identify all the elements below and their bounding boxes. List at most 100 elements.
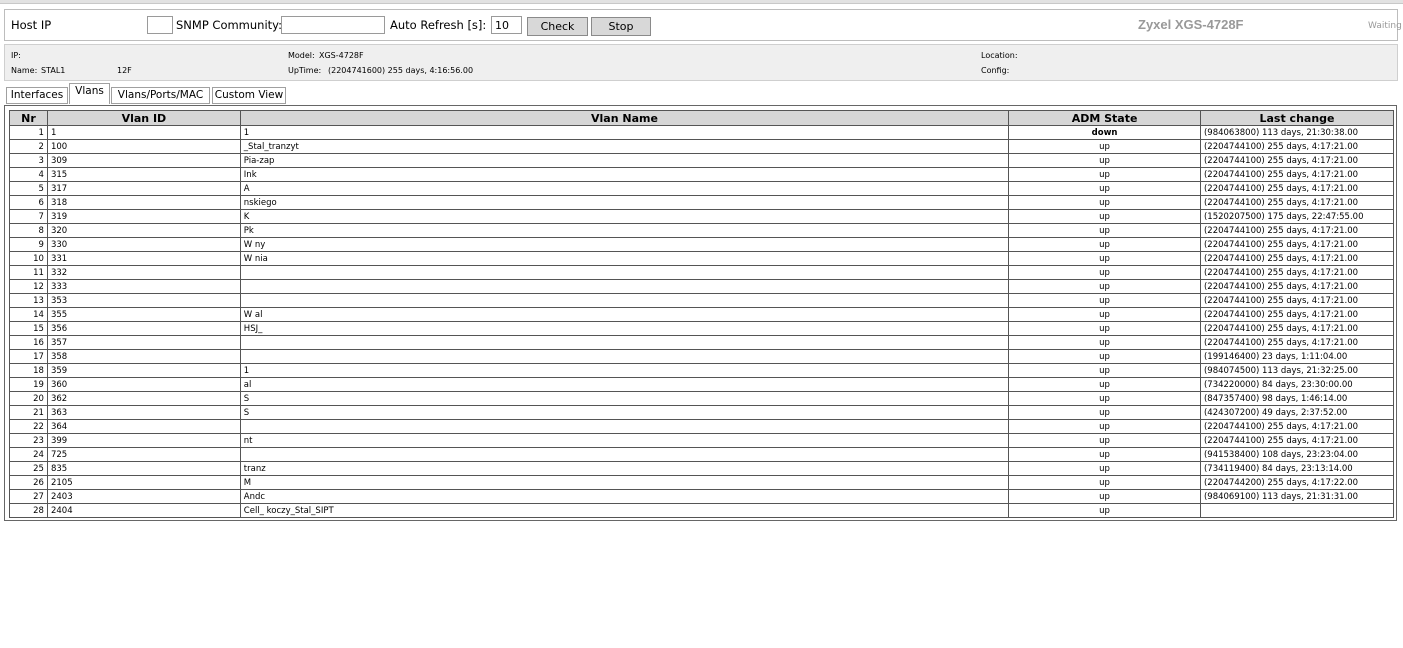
table-row[interactable]: 27 2403 Andc up (984069100) 113 days, 21:31:… <box>9 489 1395 504</box>
cell-vlan-id: 356 <box>46 321 241 336</box>
cell-nr: 8 <box>9 223 48 238</box>
table-row[interactable]: 25 835 tranz up (734119400) 84 days, 23:13:1… <box>9 461 1395 476</box>
table-row[interactable]: 26 2105 Mup (2204744200) 255 days, 4:17:22.… <box>9 475 1395 490</box>
tab-interfaces[interactable]: Interfaces <box>6 87 68 104</box>
cell-vlan-id: 2403 <box>46 489 241 504</box>
table-row[interactable]: 9 330 W ny up (2204744100) 255 days, 4:17:21… <box>9 237 1395 252</box>
table-row[interactable]: 12 333 up (2204744100) 255 days, 4:17:21.00 <box>9 279 1395 294</box>
table-row[interactable]: 11 332 up (2204744100) 255 days, 4:17:21.00 <box>9 265 1395 280</box>
cell-vlan-name: Pk <box>239 223 1010 238</box>
table-row[interactable]: 7 319 Kup (1520207500) 175 days, 22:47:55.0… <box>9 209 1395 224</box>
table-row[interactable]: 6 318 nskiego up (2204744100) 255 days, 4:17… <box>9 195 1395 210</box>
cell-vlan-name: K <box>239 209 1010 224</box>
cell-vlan-name: 1 <box>239 363 1010 378</box>
table-row[interactable]: 2 100 _Stal_tranzyt up (2204744100) 255 days… <box>9 139 1395 154</box>
cell-vlan-name: S <box>239 405 1010 420</box>
cell-adm-state: up <box>1008 335 1201 350</box>
check-button[interactable]: Check <box>527 17 588 36</box>
cell-nr: 26 <box>9 475 48 490</box>
table-row[interactable]: 23 399 nt up (2204744100) 255 days, 4:17:21.… <box>9 433 1395 448</box>
table-row[interactable]: 8 320 Pk up (2204744100) 255 days, 4:17:21.0… <box>9 223 1395 238</box>
cell-vlan-id: 2105 <box>46 475 241 490</box>
cell-nr: 20 <box>9 391 48 406</box>
cell-adm-state: up <box>1008 195 1201 210</box>
tab-vlans[interactable]: Vlans <box>69 83 110 104</box>
window-top-border <box>0 0 1403 4</box>
cell-last-change: (734119400) 84 days, 23:13:14.00 <box>1199 461 1395 476</box>
cell-vlan-id: 363 <box>46 405 241 420</box>
table-row[interactable]: 20 362 Sup (847357400) 98 days, 1:46:14.00 <box>9 391 1395 406</box>
device-brand-title: Zyxel XGS-4728F <box>1138 17 1244 32</box>
table-row[interactable]: 10 331 W nia up (2204744100) 255 days, 4:17:… <box>9 251 1395 266</box>
table-row[interactable]: 5 317 Aup (2204744100) 255 days, 4:17:21.00 <box>9 181 1395 196</box>
table-row[interactable]: 28 2404 Cell_ koczy_Stal_SIPT up <box>9 503 1395 518</box>
cell-last-change: (2204744200) 255 days, 4:17:22.00 <box>1199 475 1395 490</box>
cell-last-change: (2204744100) 255 days, 4:17:21.00 <box>1199 265 1395 280</box>
cell-vlan-id: 309 <box>46 153 241 168</box>
table-row[interactable]: 13 353 up (2204744100) 255 days, 4:17:21.00 <box>9 293 1395 308</box>
cell-vlan-id: 320 <box>46 223 241 238</box>
cell-vlan-id: 2404 <box>46 503 241 518</box>
cell-vlan-name: tranz <box>239 461 1010 476</box>
cell-vlan-id: 332 <box>46 265 241 280</box>
snmp-community-input[interactable] <box>281 16 385 34</box>
cell-nr: 2 <box>9 139 48 154</box>
table-row[interactable]: 17 358 up (199146400) 23 days, 1:11:04.00 <box>9 349 1395 364</box>
tab-custom-view[interactable]: Custom View <box>212 87 286 104</box>
cell-last-change: (2204744100) 255 days, 4:17:21.00 <box>1199 307 1395 322</box>
cell-last-change: (2204744100) 255 days, 4:17:21.00 <box>1199 167 1395 182</box>
table-header-row: Nr Vlan ID Vlan Name ADM State Last chan… <box>9 110 1395 126</box>
column-header-vlan-id[interactable]: Vlan ID <box>46 110 241 126</box>
table-row[interactable]: 3 309 Pia-zap up (2204744100) 255 days, 4:17… <box>9 153 1395 168</box>
cell-vlan-name: W al <box>239 307 1010 322</box>
cell-vlan-id: 330 <box>46 237 241 252</box>
tab-vlans-ports-mac[interactable]: Vlans/Ports/MAC <box>111 87 210 104</box>
cell-adm-state: up <box>1008 223 1201 238</box>
cell-adm-state: up <box>1008 251 1201 266</box>
cell-adm-state: up <box>1008 405 1201 420</box>
table-row[interactable]: 1 1 1 down (984063800) 113 days, 21:30:38.00 <box>9 125 1395 140</box>
cell-vlan-name <box>239 349 1010 364</box>
cell-nr: 22 <box>9 419 48 434</box>
cell-vlan-name: _Stal_tranzyt <box>239 139 1010 154</box>
cell-adm-state: up <box>1008 475 1201 490</box>
cell-vlan-name: A <box>239 181 1010 196</box>
cell-last-change: (2204744100) 255 days, 4:17:21.00 <box>1199 321 1395 336</box>
table-row[interactable]: 18 359 1 up (984074500) 113 days, 21:32:25.0… <box>9 363 1395 378</box>
column-header-nr[interactable]: Nr <box>9 110 48 126</box>
cell-vlan-name: HSJ_ <box>239 321 1010 336</box>
cell-adm-state: up <box>1008 237 1201 252</box>
column-header-adm-state[interactable]: ADM State <box>1008 110 1201 126</box>
cell-vlan-id: 331 <box>46 251 241 266</box>
cell-nr: 15 <box>9 321 48 336</box>
cell-vlan-name: M <box>239 475 1010 490</box>
cell-last-change: (2204744100) 255 days, 4:17:21.00 <box>1199 419 1395 434</box>
stop-button[interactable]: Stop <box>591 17 651 36</box>
column-header-vlan-name[interactable]: Vlan Name <box>239 110 1010 126</box>
cell-vlan-name: nt <box>239 433 1010 448</box>
cell-vlan-name <box>239 293 1010 308</box>
table-row[interactable]: 24 725 up (941538400) 108 days, 23:23:04.00 <box>9 447 1395 462</box>
cell-vlan-name: al <box>239 377 1010 392</box>
table-row[interactable]: 4 315 Ink up (2204744100) 255 days, 4:17:21.… <box>9 167 1395 182</box>
cell-nr: 7 <box>9 209 48 224</box>
table-row[interactable]: 21 363 Sup (424307200) 49 days, 2:37:52.00 <box>9 405 1395 420</box>
cell-adm-state: up <box>1008 503 1201 518</box>
table-row[interactable]: 14 355 W al up (2204744100) 255 days, 4:17:2… <box>9 307 1395 322</box>
table-row[interactable]: 22 364 up (2204744100) 255 days, 4:17:21.00 <box>9 419 1395 434</box>
cell-last-change: (2204744100) 255 days, 4:17:21.00 <box>1199 293 1395 308</box>
table-row[interactable]: 19 360 al up (734220000) 84 days, 23:30:00.0… <box>9 377 1395 392</box>
table-row[interactable]: 16 357 up (2204744100) 255 days, 4:17:21.00 <box>9 335 1395 350</box>
auto-refresh-input[interactable] <box>491 16 522 34</box>
host-ip-input[interactable] <box>147 16 173 34</box>
cell-last-change: (2204744100) 255 days, 4:17:21.00 <box>1199 195 1395 210</box>
cell-vlan-id: 725 <box>46 447 241 462</box>
cell-nr: 23 <box>9 433 48 448</box>
column-header-last-change[interactable]: Last change <box>1199 110 1395 126</box>
cell-last-change: (2204744100) 255 days, 4:17:21.00 <box>1199 251 1395 266</box>
cell-vlan-name: nskiego <box>239 195 1010 210</box>
cell-nr: 17 <box>9 349 48 364</box>
cell-nr: 28 <box>9 503 48 518</box>
table-row[interactable]: 15 356 HSJ_ up (2204744100) 255 days, 4:17:2… <box>9 321 1395 336</box>
cell-nr: 27 <box>9 489 48 504</box>
